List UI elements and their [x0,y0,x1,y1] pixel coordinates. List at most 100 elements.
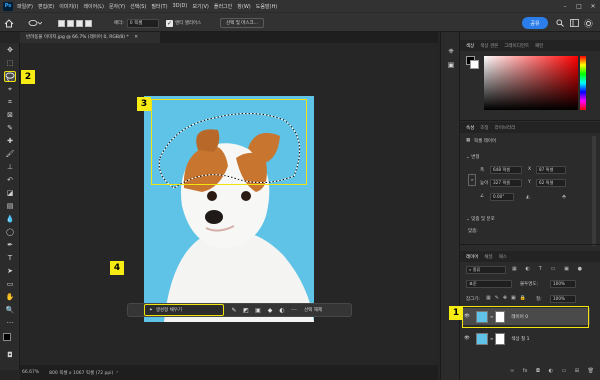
filter-pixel-icon[interactable]: ▦ [512,266,517,274]
tab-patterns[interactable]: 패턴 [535,43,543,49]
lock-transparent-icon[interactable]: ▦ [486,295,491,303]
feather-input[interactable]: 0 픽셀 [126,18,159,28]
tab-channels[interactable]: 채널 [484,254,492,260]
tab-color[interactable]: 색상 [466,43,474,49]
link-layers-icon[interactable]: ∞ [510,368,514,376]
history-brush-tool-icon[interactable]: ↶ [4,175,16,186]
transform-header[interactable]: ⌄ 변형 [466,154,479,160]
menu-type[interactable]: 문자(Y) [109,3,125,10]
blend-mode-dropdown[interactable]: 표준 [466,280,512,288]
tab-paths[interactable]: 패스 [499,254,507,260]
lock-paint-icon[interactable]: ✎ [495,295,499,303]
menu-help[interactable]: 도움말(H) [256,3,277,10]
menu-layer[interactable]: 레이어(L) [83,3,104,10]
select-and-mask-button[interactable]: 선택 및 마스크... [220,18,264,28]
menu-filter[interactable]: 필터(T) [151,3,167,10]
type-tool-icon[interactable]: T [4,253,16,264]
subtract-selection-icon[interactable] [76,19,83,27]
tab-gradients[interactable]: 그레이디언트 [504,43,529,49]
fill-layer-name[interactable]: 색상 칠 1 [511,336,529,342]
y-input[interactable]: 62 픽셀 [536,179,566,187]
menu-window[interactable]: 창(W) [237,3,250,10]
create-mask-icon[interactable]: ▣ [252,307,264,314]
marquee-tool-icon[interactable]: ⬚ [4,58,16,69]
blur-tool-icon[interactable]: 💧 [4,214,16,225]
frame-tool-icon[interactable]: ⊠ [4,110,16,121]
antialias-checkbox[interactable]: ✓ [166,19,173,27]
move-tool-icon[interactable]: ✥ [4,45,16,56]
menu-file[interactable]: 파일(F) [17,3,33,10]
eyedropper-tool-icon[interactable]: ✎ [4,123,16,134]
history-panel-icon[interactable]: ⎈ [445,46,457,57]
generative-fill-button[interactable]: ✦ 생성형 채우기 [144,304,224,316]
lasso-tool-icon[interactable] [4,71,16,82]
menu-select[interactable]: 선택(S) [130,3,146,10]
rectangle-tool-icon[interactable]: ▭ [4,279,16,290]
tab-libraries[interactable]: 라이브러리 [495,125,516,131]
pen-tool-icon[interactable]: ✒ [4,240,16,251]
lock-all-icon[interactable]: 🔒 [520,295,526,303]
eraser-tool-icon[interactable]: ◪ [4,188,16,199]
share-button[interactable]: 공유 [522,17,548,29]
color-background-swatch[interactable] [470,60,479,69]
quick-mask-icon[interactable]: ◘ [4,350,16,361]
add-mask-icon[interactable]: ◘ [536,368,540,376]
gradient-tool-icon[interactable]: ▤ [4,201,16,212]
healing-brush-tool-icon[interactable]: ✚ [4,136,16,147]
foreground-color-swatch[interactable] [3,333,11,341]
fill-input[interactable]: 100% [550,295,576,303]
home-icon[interactable] [4,17,14,29]
photoshop-logo-icon[interactable]: Ps [3,1,13,11]
x-input[interactable]: 87 픽셀 [536,166,566,174]
maximize-icon[interactable]: □ [572,0,586,12]
filter-smart-icon[interactable]: ▣ [564,266,569,274]
comments-panel-icon[interactable]: ▣ [445,60,457,71]
new-adjustment-icon[interactable]: ◐ [549,368,553,376]
close-icon[interactable]: ✕ [586,0,600,12]
fill-selection-icon[interactable]: ◆ [264,307,276,314]
settings-icon[interactable] [584,17,593,29]
new-selection-icon[interactable] [58,19,65,27]
layer-filter-dropdown[interactable]: ⌕ 종류 [466,266,506,274]
filter-adjustment-icon[interactable]: ◐ [526,266,530,274]
path-selection-tool-icon[interactable]: ➤ [4,266,16,277]
fill-layer-visibility-icon[interactable]: 👁 [462,336,472,341]
angle-input[interactable]: 0.00° [490,193,514,201]
filter-type-icon[interactable]: T [539,266,542,274]
canvas-area[interactable]: ✦ 생성형 채우기 ✎ ◩ ▣ ◆ ◐ ··· 선택 해제 [20,43,438,365]
tab-swatches[interactable]: 색상 견본 [480,43,498,49]
lock-move-icon[interactable]: ✥ [503,295,507,303]
workspace-icon[interactable] [570,17,579,29]
link-icon[interactable]: ∞ [468,174,476,186]
more-tools-icon[interactable]: ··· [4,318,16,329]
lasso-preset-icon[interactable] [28,17,42,29]
minimize-icon[interactable]: – [558,0,572,12]
brush-tool-icon[interactable]: 🖌 [4,149,16,160]
color-picker-field[interactable] [484,56,578,110]
clone-stamp-tool-icon[interactable]: ⊥ [4,162,16,173]
new-layer-icon[interactable]: ⊞ [575,368,579,376]
layer-row-fill[interactable]: 👁 ∞ 색상 칠 1 [462,330,590,347]
hand-tool-icon[interactable]: ✋ [4,292,16,303]
object-selection-tool-icon[interactable]: ⌖ [4,84,16,95]
new-group-icon[interactable]: ▭ [562,368,567,376]
fill-layer-mask-thumbnail[interactable] [495,332,506,345]
menu-view[interactable]: 보기(V) [192,3,209,10]
zoom-tool-icon[interactable]: 🔍 [4,305,16,316]
zoom-level[interactable]: 66.67% [22,370,39,375]
hue-slider[interactable] [580,56,586,110]
add-selection-icon[interactable] [67,19,74,27]
invert-selection-icon[interactable]: ◩ [240,307,252,314]
opacity-input[interactable]: 100% [550,280,576,288]
width-input[interactable]: 648 픽셀 [490,166,522,174]
close-tab-icon[interactable]: ✕ [134,35,138,40]
delete-layer-icon[interactable]: 🗑 [588,368,594,376]
intersect-selection-icon[interactable] [85,19,92,27]
modify-selection-icon[interactable]: ✎ [228,307,240,314]
flip-horizontal-icon[interactable]: ◭ [526,194,530,201]
menu-image[interactable]: 이미지(I) [59,3,78,10]
search-icon[interactable] [556,17,564,29]
document-tab[interactable]: 반려동물 이미지.jpg @ 66.7% (레이어 0, RGB/8) * ✕ [20,32,160,43]
menu-plugins[interactable]: 플러그인 [214,3,232,10]
menu-3d[interactable]: 3D(D) [173,3,188,9]
